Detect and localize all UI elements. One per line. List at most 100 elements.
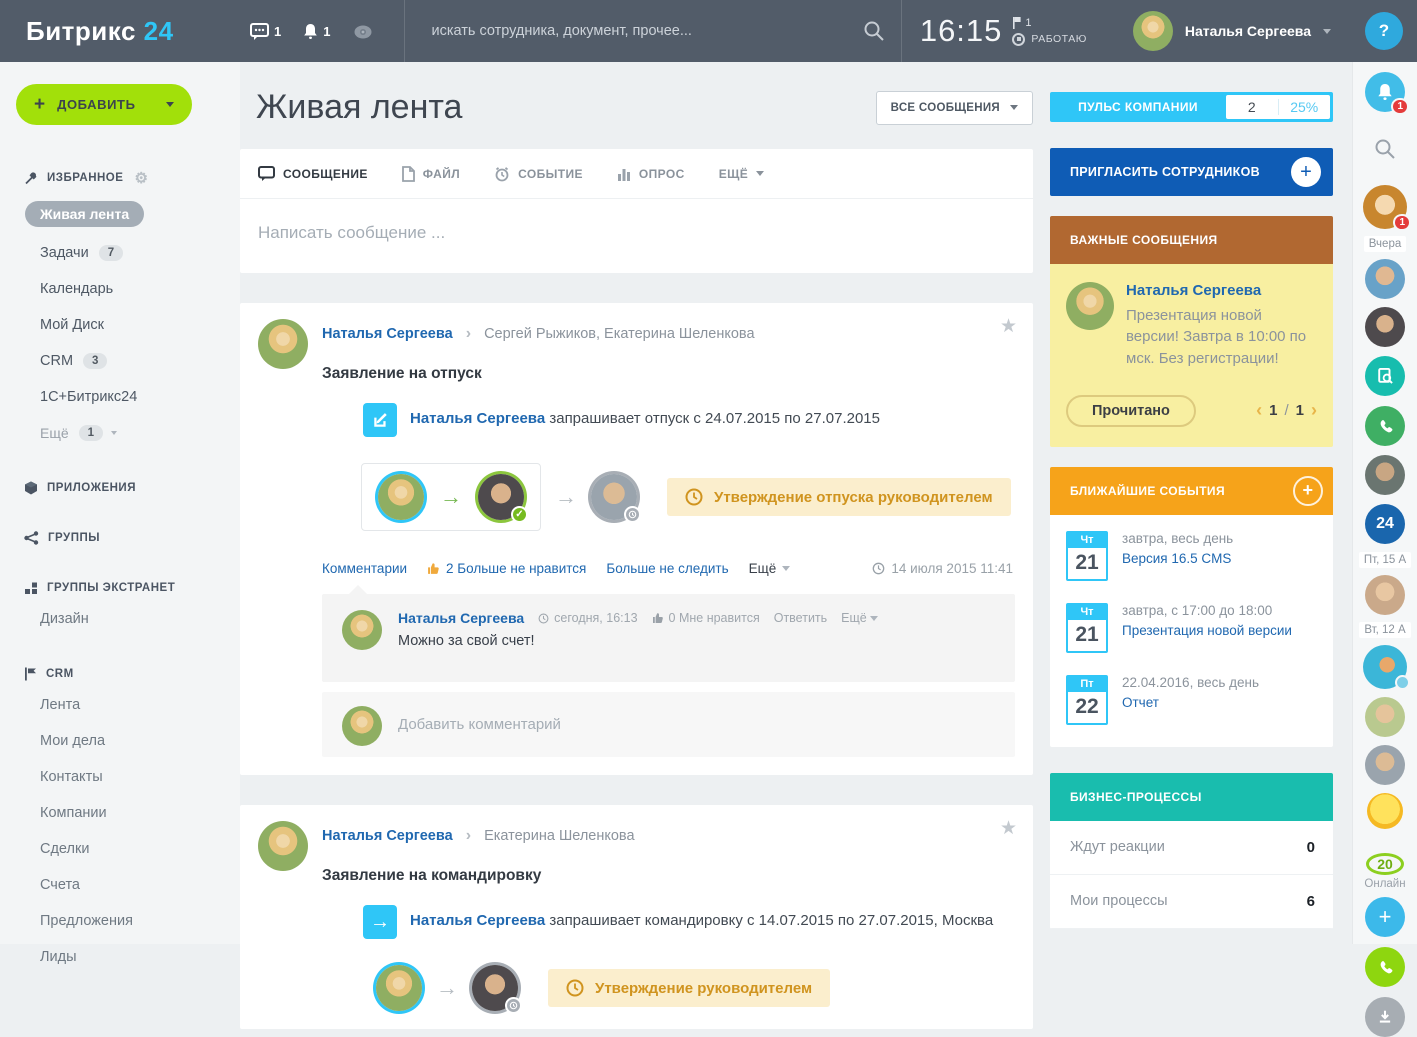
comment-reply-link[interactable]: Ответить <box>774 611 827 625</box>
sidebar-item-my-activities[interactable]: Мои дела <box>40 723 240 759</box>
comment-more-link[interactable]: Ещё <box>841 611 878 625</box>
user-avatar[interactable] <box>1133 11 1173 51</box>
post-author-avatar[interactable] <box>258 821 308 871</box>
worktime-widget[interactable]: 16:15 1 РАБОТАЮ <box>902 13 1113 49</box>
rail-contact-avatar[interactable] <box>1365 697 1405 737</box>
message-composer-input[interactable]: Написать сообщение ... <box>240 199 1033 273</box>
sidebar-item-leads[interactable]: Лиды <box>40 939 240 975</box>
user-menu[interactable]: Наталья Сергеева <box>1113 11 1351 51</box>
sidebar-item-feed[interactable]: Лента <box>40 687 240 723</box>
sidebar-item-invoices[interactable]: Счета <box>40 867 240 903</box>
rail-contact-avatar[interactable] <box>1365 455 1405 495</box>
event-link[interactable]: Отчет <box>1122 694 1259 712</box>
rail-call-button[interactable] <box>1365 406 1405 446</box>
company-pulse-widget[interactable]: ПУЛЬС КОМПАНИИ 2 25% <box>1050 92 1333 122</box>
post-more-link[interactable]: Ещё <box>749 561 791 576</box>
rail-contact-avatar[interactable] <box>1365 575 1405 615</box>
search-input[interactable] <box>431 23 862 39</box>
prev-page-icon[interactable]: ‹ <box>1256 400 1262 421</box>
comment-author-link[interactable]: Наталья Сергеева <box>398 610 524 626</box>
event-link[interactable]: Презентация новой версии <box>1122 622 1292 640</box>
post-author-link[interactable]: Наталья Сергеева <box>322 326 453 342</box>
post-author-avatar[interactable] <box>258 319 308 369</box>
post-author-link[interactable]: Наталья Сергеева <box>322 828 453 844</box>
current-page: 1 <box>1269 402 1277 419</box>
post-recipients[interactable]: Екатерина Шеленкова <box>484 828 634 844</box>
rail-phone-button[interactable] <box>1365 947 1405 987</box>
post-recipients[interactable]: Сергей Рыжиков, Екатерина Шеленкова <box>484 326 754 342</box>
important-author-link[interactable]: Наталья Сергеева <box>1126 282 1317 299</box>
rail-bitrix24-contact[interactable]: 24 <box>1365 504 1405 544</box>
tab-event[interactable]: СОБЫТИЕ <box>494 166 583 182</box>
search-icon[interactable] <box>863 20 885 42</box>
next-page-icon[interactable]: › <box>1311 400 1317 421</box>
processes-row-awaiting[interactable]: Ждут реакции 0 <box>1050 821 1333 875</box>
sidebar-item-quotes[interactable]: Предложения <box>40 903 240 939</box>
rail-notifications-button[interactable]: 1 <box>1365 72 1405 112</box>
add-button[interactable]: + ДОБАВИТЬ <box>16 84 192 125</box>
sidebar-item-contacts[interactable]: Контакты <box>40 759 240 795</box>
sidebar-item-companies[interactable]: Компании <box>40 795 240 831</box>
important-author-avatar[interactable] <box>1066 282 1114 330</box>
mark-read-button[interactable]: Прочитано <box>1066 395 1196 427</box>
help-button[interactable]: ? <box>1365 12 1403 50</box>
star-icon[interactable]: ★ <box>1000 315 1017 338</box>
tab-message[interactable]: СООБЩЕНИЕ <box>258 166 368 181</box>
sidebar-item-crm[interactable]: CRM 3 <box>40 343 240 379</box>
sidebar-item-deals[interactable]: Сделки <box>40 831 240 867</box>
comment-text: Можно за свой счет! <box>398 633 999 649</box>
sidebar-item-label: Контакты <box>40 769 103 785</box>
rail-add-button[interactable]: + <box>1365 897 1405 937</box>
rail-download-button[interactable] <box>1365 997 1405 1037</box>
arrow-right-icon: → <box>436 975 458 1001</box>
body-author-link[interactable]: Наталья Сергеева <box>410 912 545 929</box>
rail-contact-avatar[interactable] <box>1365 307 1405 347</box>
sidebar-item-label: Календарь <box>40 281 113 297</box>
sidebar-item-calendar[interactable]: Календарь <box>40 271 240 307</box>
body-author-link[interactable]: Наталья Сергеева <box>410 410 545 427</box>
add-event-button[interactable]: + <box>1293 476 1323 506</box>
logo[interactable]: Битрикс 24 <box>0 16 240 47</box>
gear-icon[interactable]: ⚙ <box>134 169 148 187</box>
extranet-section-header[interactable]: ГРУППЫ ЭКСТРАНЕТ <box>24 581 240 595</box>
comment-like-link[interactable]: 0 Мне нравится <box>652 611 760 625</box>
add-comment-input[interactable]: Добавить комментарий <box>322 692 1015 757</box>
online-counter[interactable]: 20 <box>1366 853 1404 875</box>
unfollow-link[interactable]: Больше не следить <box>606 561 728 576</box>
workflow-initiator-avatar <box>378 474 424 520</box>
sidebar-item-more[interactable]: Ещё 1 <box>40 415 240 451</box>
event-link[interactable]: Версия 16.5 CMS <box>1122 550 1233 568</box>
sidebar-item-tasks[interactable]: Задачи 7 <box>40 235 240 271</box>
crm-section-header[interactable]: CRM <box>24 667 240 681</box>
rail-contact-avatar[interactable]: 1 <box>1363 185 1407 229</box>
tab-more[interactable]: ЕЩЁ <box>719 167 764 181</box>
sidebar-item-my-drive[interactable]: Мой Диск <box>40 307 240 343</box>
chat-button[interactable]: 1 <box>250 23 281 40</box>
apps-section-header[interactable]: ПРИЛОЖЕНИЯ <box>24 481 240 495</box>
sidebar-item-design[interactable]: Дизайн <box>40 601 240 637</box>
comments-link[interactable]: Комментарии <box>322 561 407 576</box>
notifications-button[interactable]: 1 <box>303 23 330 40</box>
like-link[interactable]: 2 Больше не нравится <box>427 561 586 576</box>
sidebar-item-live-feed[interactable]: Живая лента <box>40 193 240 235</box>
rail-contact-avatar[interactable] <box>1367 793 1403 829</box>
feed-filter-button[interactable]: ВСЕ СООБЩЕНИЯ <box>876 91 1033 125</box>
sidebar-item-1c-bitrix[interactable]: 1С+Битрикс24 <box>40 379 240 415</box>
post-title[interactable]: Заявление на командировку <box>322 867 1015 885</box>
tab-file[interactable]: ФАЙЛ <box>402 166 460 182</box>
groups-section-header[interactable]: ГРУППЫ <box>24 531 240 545</box>
rail-doc-search-button[interactable] <box>1365 356 1405 396</box>
desktop-app-button[interactable] <box>352 23 374 39</box>
rail-contact-avatar[interactable] <box>1365 745 1405 785</box>
comment-author-avatar[interactable] <box>342 610 382 650</box>
star-icon[interactable]: ★ <box>1000 817 1017 840</box>
rail-contact-avatar[interactable] <box>1363 645 1407 689</box>
tab-poll[interactable]: ОПРОС <box>617 167 685 181</box>
post-title[interactable]: Заявление на отпуск <box>322 365 1015 383</box>
invite-employees-button[interactable]: ПРИГЛАСИТЬ СОТРУДНИКОВ + <box>1050 148 1333 196</box>
event-item: Пт 22 22.04.2016, весь день Отчет <box>1066 675 1317 725</box>
processes-row-mine[interactable]: Мои процессы 6 <box>1050 875 1333 929</box>
rail-search-button[interactable] <box>1365 134 1405 164</box>
rail-contact-avatar[interactable] <box>1365 259 1405 299</box>
flag-icon <box>1012 17 1021 29</box>
